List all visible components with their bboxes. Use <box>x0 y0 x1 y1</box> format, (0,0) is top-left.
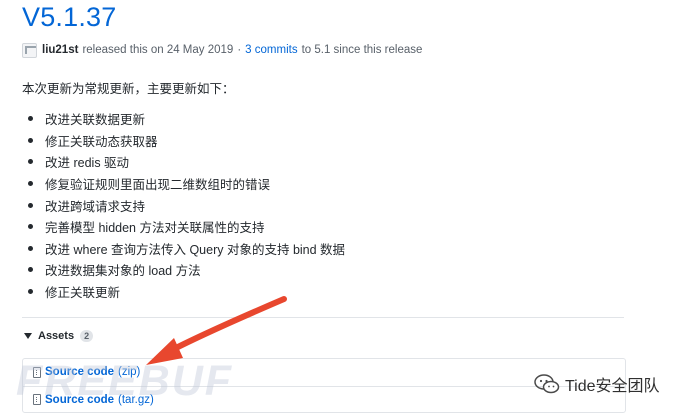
arrow-head <box>146 338 183 365</box>
wechat-watermark: Tide安全团队 <box>534 372 660 396</box>
release-page: V5.1.37 liu21st released this on 24 May … <box>0 0 690 417</box>
wechat-logo-icon <box>534 374 560 394</box>
arrow-annotation <box>146 296 287 365</box>
annotation-overlay <box>146 296 287 365</box>
wechat-account-name: Tide安全团队 <box>565 378 660 395</box>
arrow-shaft <box>165 296 287 355</box>
